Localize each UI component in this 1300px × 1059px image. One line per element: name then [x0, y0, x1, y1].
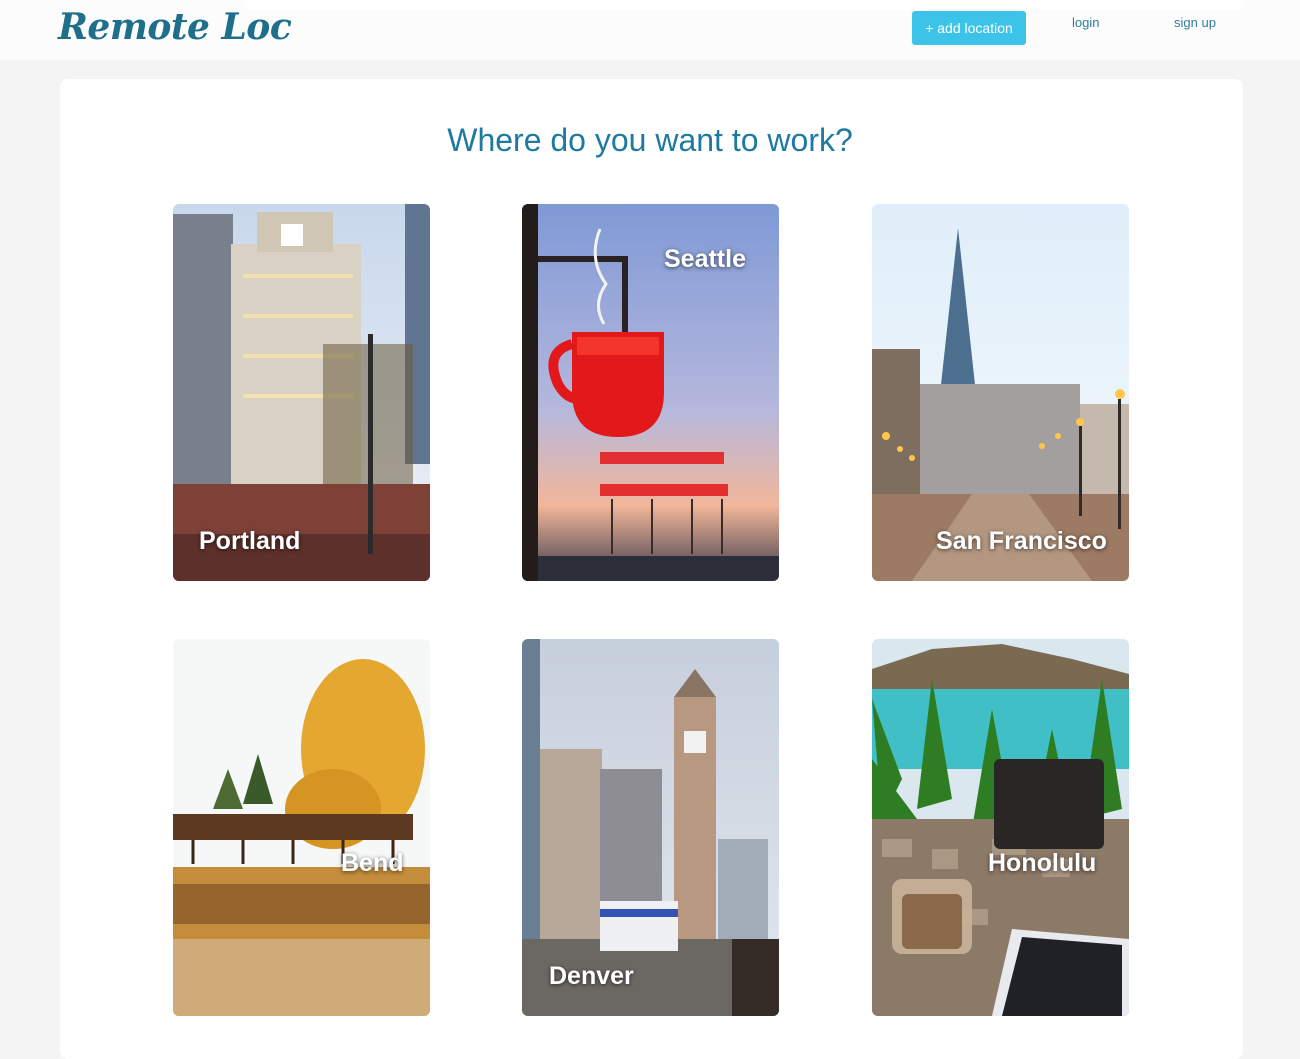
denver-photo: [522, 639, 779, 1016]
top-bar-band: [244, 0, 1244, 10]
location-card-seattle[interactable]: Seattle: [522, 204, 779, 581]
location-label: Honolulu: [988, 849, 1097, 877]
location-card-portland[interactable]: Portland: [173, 204, 430, 581]
location-label: San Francisco: [936, 527, 1107, 555]
location-label: Denver: [549, 962, 634, 990]
portland-photo: [173, 204, 430, 581]
location-card-san-francisco[interactable]: San Francisco: [872, 204, 1129, 581]
location-label: Portland: [199, 527, 301, 555]
location-label: Seattle: [664, 245, 746, 273]
location-card-honolulu[interactable]: Honolulu: [872, 639, 1129, 1016]
brand-logo[interactable]: Remote Loc: [58, 6, 292, 48]
san-francisco-photo: [872, 204, 1129, 581]
bend-photo: [173, 639, 430, 1016]
signup-link[interactable]: sign up: [1174, 15, 1216, 30]
location-card-bend[interactable]: Bend: [173, 639, 430, 1016]
page-title: Where do you want to work?: [447, 122, 853, 158]
honolulu-photo: [872, 639, 1129, 1016]
add-location-button[interactable]: + add location: [912, 11, 1026, 45]
location-label: Bend: [341, 849, 404, 877]
location-card-denver[interactable]: Denver: [522, 639, 779, 1016]
login-link[interactable]: login: [1072, 15, 1099, 30]
